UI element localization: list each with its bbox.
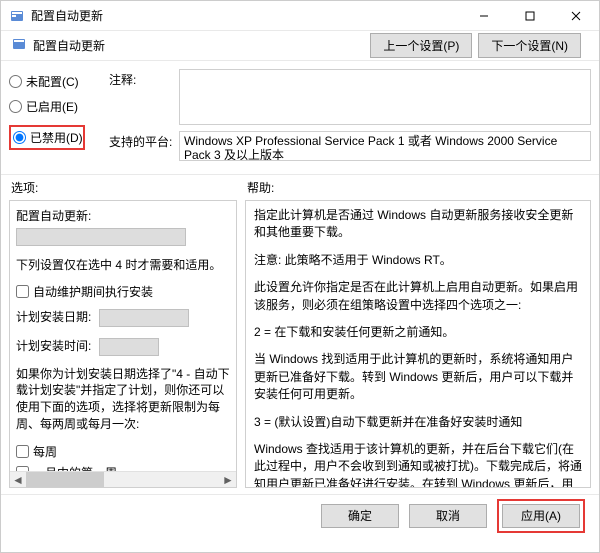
help-para: 3 = (默认设置)自动下载更新并在准备好安装时通知	[254, 414, 582, 431]
options-header: 配置自动更新:	[16, 207, 230, 224]
highlight-disabled: 已禁用(D)	[9, 125, 85, 150]
install-day-dropdown[interactable]	[99, 309, 189, 327]
help-text[interactable]: 指定此计算机是否通过 Windows 自动更新服务接收安全更新和其他重要下载。 …	[246, 201, 590, 487]
next-setting-button[interactable]: 下一个设置(N)	[478, 33, 581, 58]
update-mode-dropdown[interactable]	[16, 228, 186, 246]
every-week-label: 每周	[33, 443, 57, 460]
help-para: 此设置允许你指定是否在此计算机上启用自动更新。如果启用该服务，则必须在组策略设置…	[254, 279, 582, 314]
policy-header: 配置自动更新 上一个设置(P) 下一个设置(N)	[1, 31, 599, 61]
radio-enabled[interactable]	[9, 100, 22, 113]
radio-label: 已启用(E)	[26, 98, 78, 115]
radio-not-configured[interactable]	[9, 75, 22, 88]
help-para: 注意: 此策略不适用于 Windows RT。	[254, 252, 582, 269]
comment-textbox[interactable]	[179, 69, 591, 125]
install-time-label: 计划安装时间:	[16, 339, 91, 353]
help-label: 帮助:	[247, 179, 274, 196]
app-icon	[9, 8, 25, 24]
scroll-left-icon[interactable]: ◄	[10, 472, 26, 487]
radio-label: 未配置(C)	[26, 73, 79, 90]
options-note: 下列设置仅在选中 4 时才需要和适用。	[16, 256, 230, 273]
platform-label: 支持的平台:	[109, 131, 179, 161]
cancel-button[interactable]: 取消	[409, 504, 487, 528]
radio-disabled[interactable]	[13, 131, 26, 144]
options-panel: 配置自动更新: 下列设置仅在选中 4 时才需要和适用。 自动维护期间执行安装 计…	[9, 200, 237, 488]
first-week-label: 一月中的第一周	[33, 464, 117, 471]
help-para: Windows 查找适用于该计算机的更新，并在后台下载它们(在此过程中，用户不会…	[254, 441, 582, 487]
install-time-dropdown[interactable]	[99, 338, 159, 356]
help-para: 指定此计算机是否通过 Windows 自动更新服务接收安全更新和其他重要下载。	[254, 207, 582, 242]
auto-maint-checkbox[interactable]	[16, 285, 29, 298]
first-week-checkbox[interactable]	[16, 466, 29, 471]
help-para: 当 Windows 找到适用于此计算机的更新时，系统将通知用户更新已准备好下载。…	[254, 351, 582, 403]
scroll-right-icon[interactable]: ►	[220, 472, 236, 487]
options-hscrollbar[interactable]: ◄ ►	[10, 471, 236, 487]
dialog-footer: 确定 取消 应用(A)	[1, 494, 599, 536]
every-week-checkbox[interactable]	[16, 445, 29, 458]
section-labels: 选项: 帮助:	[1, 175, 599, 198]
help-panel: 指定此计算机是否通过 Windows 自动更新服务接收安全更新和其他重要下载。 …	[245, 200, 591, 488]
radio-label: 已禁用(D)	[30, 129, 83, 146]
help-para: 2 = 在下载和安装任何更新之前通知。	[254, 324, 582, 341]
comment-label: 注释:	[109, 69, 179, 125]
window-title: 配置自动更新	[31, 7, 461, 24]
config-area: 未配置(C) 已启用(E) 已禁用(D) 注释: 支持的平台: Windows …	[1, 61, 599, 175]
install-day-label: 计划安装日期:	[16, 310, 91, 324]
auto-maint-label: 自动维护期间执行安装	[33, 283, 153, 300]
options-label: 选项:	[11, 179, 247, 196]
policy-title: 配置自动更新	[33, 37, 105, 54]
highlight-apply: 应用(A)	[497, 499, 585, 533]
policy-icon	[11, 36, 27, 55]
prev-setting-button[interactable]: 上一个设置(P)	[370, 33, 472, 58]
platform-text: Windows XP Professional Service Pack 1 或…	[184, 134, 557, 161]
close-button[interactable]	[553, 1, 599, 30]
state-radios: 未配置(C) 已启用(E) 已禁用(D)	[1, 61, 105, 174]
apply-button[interactable]: 应用(A)	[502, 504, 580, 528]
titlebar: 配置自动更新	[1, 1, 599, 31]
minimize-button[interactable]	[461, 1, 507, 30]
maximize-button[interactable]	[507, 1, 553, 30]
ok-button[interactable]: 确定	[321, 504, 399, 528]
platform-textbox: Windows XP Professional Service Pack 1 或…	[179, 131, 591, 161]
weekly-desc: 如果你为计划安装日期选择了"4 - 自动下载计划安装"并指定了计划，则你还可以使…	[16, 366, 230, 433]
